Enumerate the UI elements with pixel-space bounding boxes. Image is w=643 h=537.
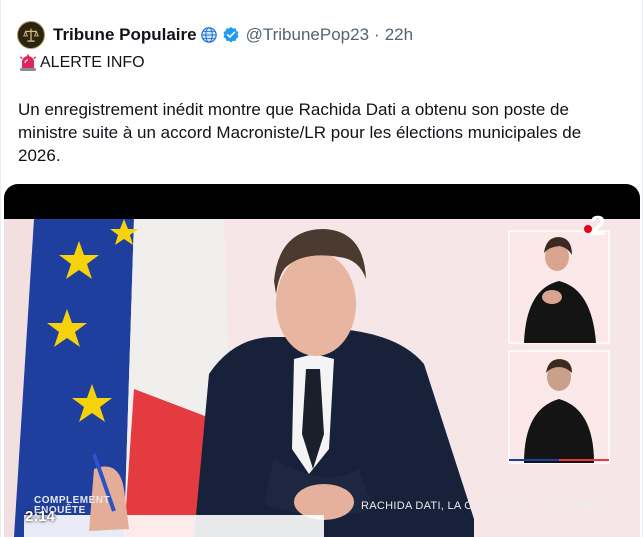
tweet-header: Tribune Populaire @TribunePop23 · 22h — [53, 24, 413, 46]
tweet-timestamp[interactable]: 22h — [385, 25, 413, 45]
channel-logo: 2 — [590, 210, 606, 241]
siren-icon — [19, 54, 37, 71]
verified-badge-icon[interactable] — [222, 26, 240, 44]
tweet-card[interactable]: Tribune Populaire @TribunePop23 · 22h AL… — [0, 0, 643, 537]
author-avatar[interactable] — [17, 21, 45, 49]
author-handle[interactable]: @TribunePop23 — [246, 25, 369, 45]
author-name[interactable]: Tribune Populaire — [53, 25, 197, 45]
video-frame — [4, 219, 640, 537]
scales-logo-icon — [23, 28, 39, 42]
alert-label: ALERTE INFO — [40, 54, 145, 71]
separator-dot: · — [374, 25, 380, 44]
alert-line: ALERTE INFO — [18, 54, 145, 72]
video-subtitle: RACHIDA DATI, LA CONQUÊTE À TOUT PRIX — [361, 500, 605, 512]
globe-icon — [200, 27, 217, 43]
video-duration: 2:14 — [25, 508, 56, 525]
tweet-body: Un enregistrement inédit montre que Rach… — [18, 100, 582, 165]
video-player[interactable]: 2 COMPLEMENT ENQUÊTE RACHIDA DATI, LA CO… — [4, 184, 640, 537]
